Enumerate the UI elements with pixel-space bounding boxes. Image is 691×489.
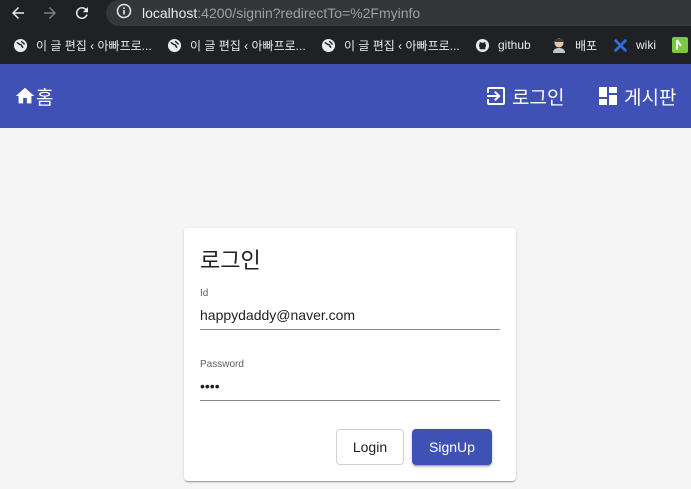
board-nav-button[interactable]: 게시판 — [596, 64, 676, 128]
github-icon — [474, 37, 490, 53]
globe-icon — [320, 37, 336, 53]
login-card: 로그인 Id happydaddy@naver.com Password •••… — [184, 228, 516, 481]
signup-button[interactable]: SignUp — [412, 429, 492, 465]
login-nav-button[interactable]: 로그인 — [484, 64, 564, 128]
url-host: localhost — [142, 5, 198, 21]
login-button[interactable]: Login — [336, 429, 404, 465]
globe-icon — [166, 37, 182, 53]
home-nav-button[interactable]: 홈 — [14, 64, 53, 128]
login-nav-label: 로그인 — [512, 86, 565, 109]
dashboard-icon — [596, 84, 620, 108]
reload-button[interactable] — [70, 1, 94, 25]
bookmark-item[interactable]: 배포 — [551, 36, 597, 54]
id-input[interactable]: happydaddy@naver.com — [200, 307, 500, 323]
bookmark-label: 이 글 편집 ‹ 아빠프로... — [344, 38, 460, 53]
card-title: 로그인 — [200, 249, 261, 274]
address-bar[interactable]: localhost:4200/signin?redirectTo=%2Fmyin… — [106, 0, 691, 26]
back-button[interactable] — [6, 1, 30, 25]
id-field-label: Id — [200, 288, 209, 299]
browser-nav-row: localhost:4200/signin?redirectTo=%2Fmyin… — [0, 0, 691, 28]
bookmark-item[interactable] — [672, 36, 691, 54]
bookmark-item[interactable]: 이 글 편집 ‹ 아빠프로... — [12, 36, 152, 54]
board-nav-label: 게시판 — [624, 86, 677, 109]
url-text: localhost:4200/signin?redirectTo=%2Fmyin… — [142, 5, 420, 21]
home-nav-label: 홈 — [36, 86, 54, 109]
password-input[interactable]: •••• — [200, 378, 500, 394]
arrow-right-icon — [41, 4, 59, 22]
login-icon — [484, 84, 508, 108]
bookmark-item[interactable]: wiki — [612, 36, 656, 54]
arrow-left-icon — [9, 4, 27, 22]
bookmark-label: 배포 — [575, 38, 598, 53]
reload-icon — [73, 4, 91, 22]
id-field[interactable]: Id happydaddy@naver.com — [200, 288, 500, 330]
globe-icon — [12, 37, 28, 53]
bookmark-label: 이 글 편집 ‹ 아빠프로... — [190, 38, 306, 53]
info-icon[interactable] — [116, 3, 132, 24]
url-path: :4200/signin?redirectTo=%2Fmyinfo — [197, 5, 421, 21]
app-toolbar: 홈 로그인 게시판 — [0, 64, 691, 128]
bookmark-label: 이 글 편집 ‹ 아빠프로... — [36, 38, 152, 53]
password-field[interactable]: Password •••• — [200, 359, 500, 401]
bookmark-item[interactable]: 이 글 편집 ‹ 아빠프로... — [320, 36, 460, 54]
browser-chrome: localhost:4200/signin?redirectTo=%2Fmyin… — [0, 0, 691, 64]
password-field-label: Password — [200, 359, 244, 370]
bookmark-item[interactable]: github — [474, 36, 531, 54]
bookmark-label: github — [498, 38, 531, 52]
home-icon — [14, 85, 36, 107]
bookmarks-bar: 이 글 편집 ‹ 아빠프로... 이 글 편집 ‹ 아빠프로... 이 글 편집… — [0, 32, 691, 58]
avatar-icon — [551, 37, 567, 53]
id-field-underline — [200, 329, 500, 330]
forward-button[interactable] — [38, 1, 62, 25]
password-field-underline — [200, 400, 500, 401]
bookmark-item[interactable]: 이 글 편집 ‹ 아빠프로... — [166, 36, 306, 54]
green-app-icon — [672, 37, 688, 53]
bookmark-label: wiki — [636, 38, 656, 52]
x-icon — [612, 37, 628, 53]
